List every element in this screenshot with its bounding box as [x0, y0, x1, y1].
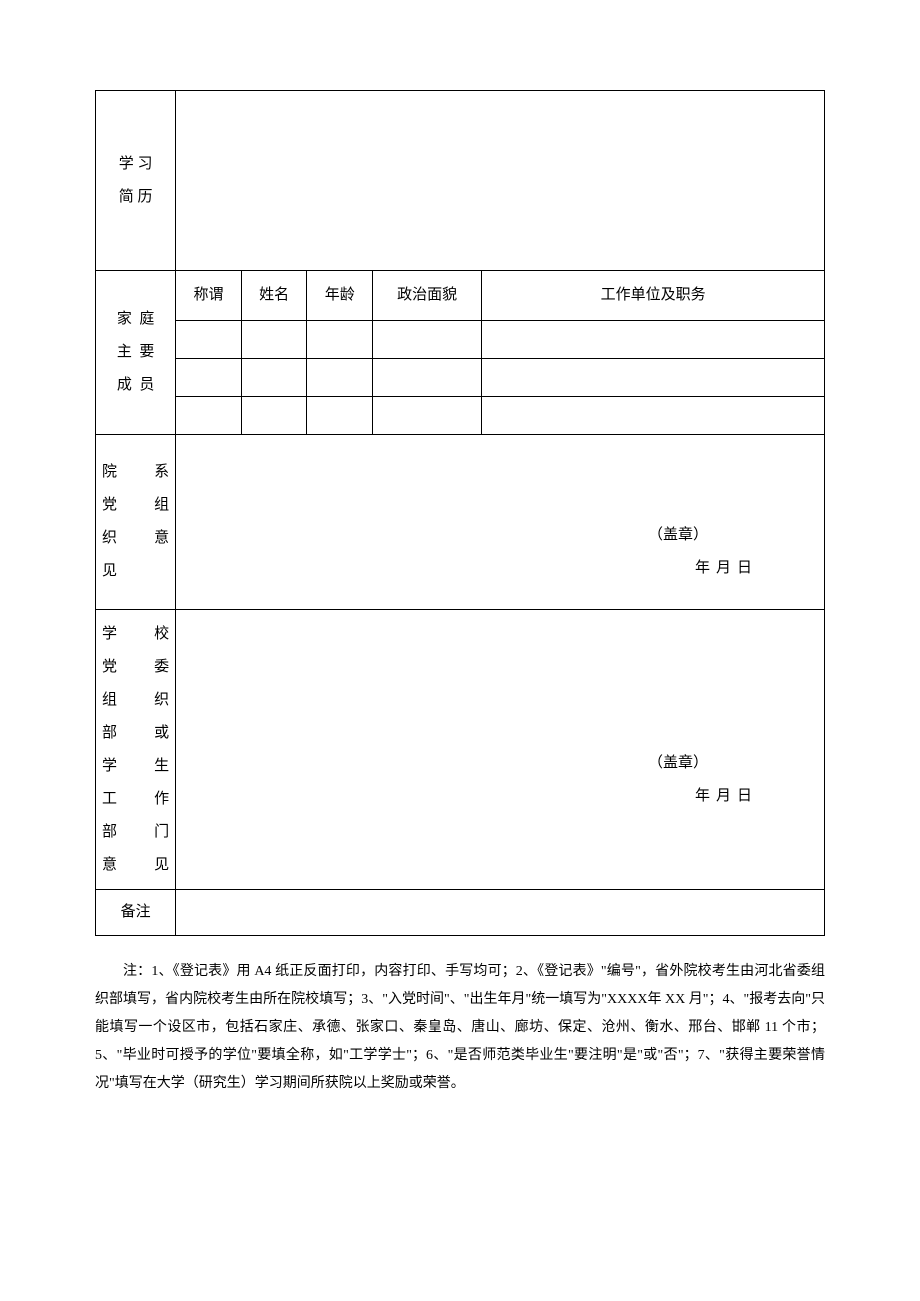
school-opinion-content: （盖章） 年月日 — [176, 610, 825, 890]
remark-label: 备注 — [96, 890, 176, 936]
family-header-relation: 称谓 — [176, 271, 242, 321]
family-cell — [482, 397, 825, 435]
study-resume-row: 学 习 简 历 — [96, 91, 825, 271]
family-cell — [373, 321, 482, 359]
footnotes: 注：1、《登记表》用 A4 纸正反面打印，内容打印、手写均可；2、《登记表》"编… — [95, 958, 825, 1098]
family-row-3 — [96, 397, 825, 435]
family-header-age: 年龄 — [307, 271, 373, 321]
dept-opinion-row: 院系党组织意见 （盖章） 年月日 — [96, 435, 825, 610]
family-cell — [307, 321, 373, 359]
family-cell — [307, 397, 373, 435]
family-header-row: 家 庭主 要成 员 称谓 姓名 年龄 政治面貌 工作单位及职务 — [96, 271, 825, 321]
dept-date: 年月日 — [182, 552, 818, 585]
school-opinion-row: 学校党委组织部或学生工作部门意见 （盖章） 年月日 — [96, 610, 825, 890]
family-cell — [176, 359, 242, 397]
family-cell — [373, 359, 482, 397]
family-cell — [241, 397, 307, 435]
family-cell — [307, 359, 373, 397]
registration-form-table: 学 习 简 历 家 庭主 要成 员 称谓 姓名 年龄 政治面貌 工作单位及职务 … — [95, 90, 825, 936]
family-row-2 — [96, 359, 825, 397]
family-cell — [176, 397, 242, 435]
remark-row: 备注 — [96, 890, 825, 936]
study-resume-content — [176, 91, 825, 271]
family-cell — [373, 397, 482, 435]
family-header-work: 工作单位及职务 — [482, 271, 825, 321]
family-cell — [482, 359, 825, 397]
family-label: 家 庭主 要成 员 — [96, 271, 176, 435]
family-cell — [241, 321, 307, 359]
dept-opinion-content: （盖章） 年月日 — [176, 435, 825, 610]
school-opinion-label: 学校党委组织部或学生工作部门意见 — [96, 610, 176, 890]
family-cell — [241, 359, 307, 397]
dept-opinion-label: 院系党组织意见 — [96, 435, 176, 610]
remark-content — [176, 890, 825, 936]
school-stamp: （盖章） — [182, 747, 818, 780]
family-cell — [482, 321, 825, 359]
study-resume-label: 学 习 简 历 — [96, 91, 176, 271]
school-date: 年月日 — [182, 780, 818, 813]
dept-stamp: （盖章） — [182, 519, 818, 552]
family-row-1 — [96, 321, 825, 359]
family-header-name: 姓名 — [241, 271, 307, 321]
family-cell — [176, 321, 242, 359]
family-header-political: 政治面貌 — [373, 271, 482, 321]
